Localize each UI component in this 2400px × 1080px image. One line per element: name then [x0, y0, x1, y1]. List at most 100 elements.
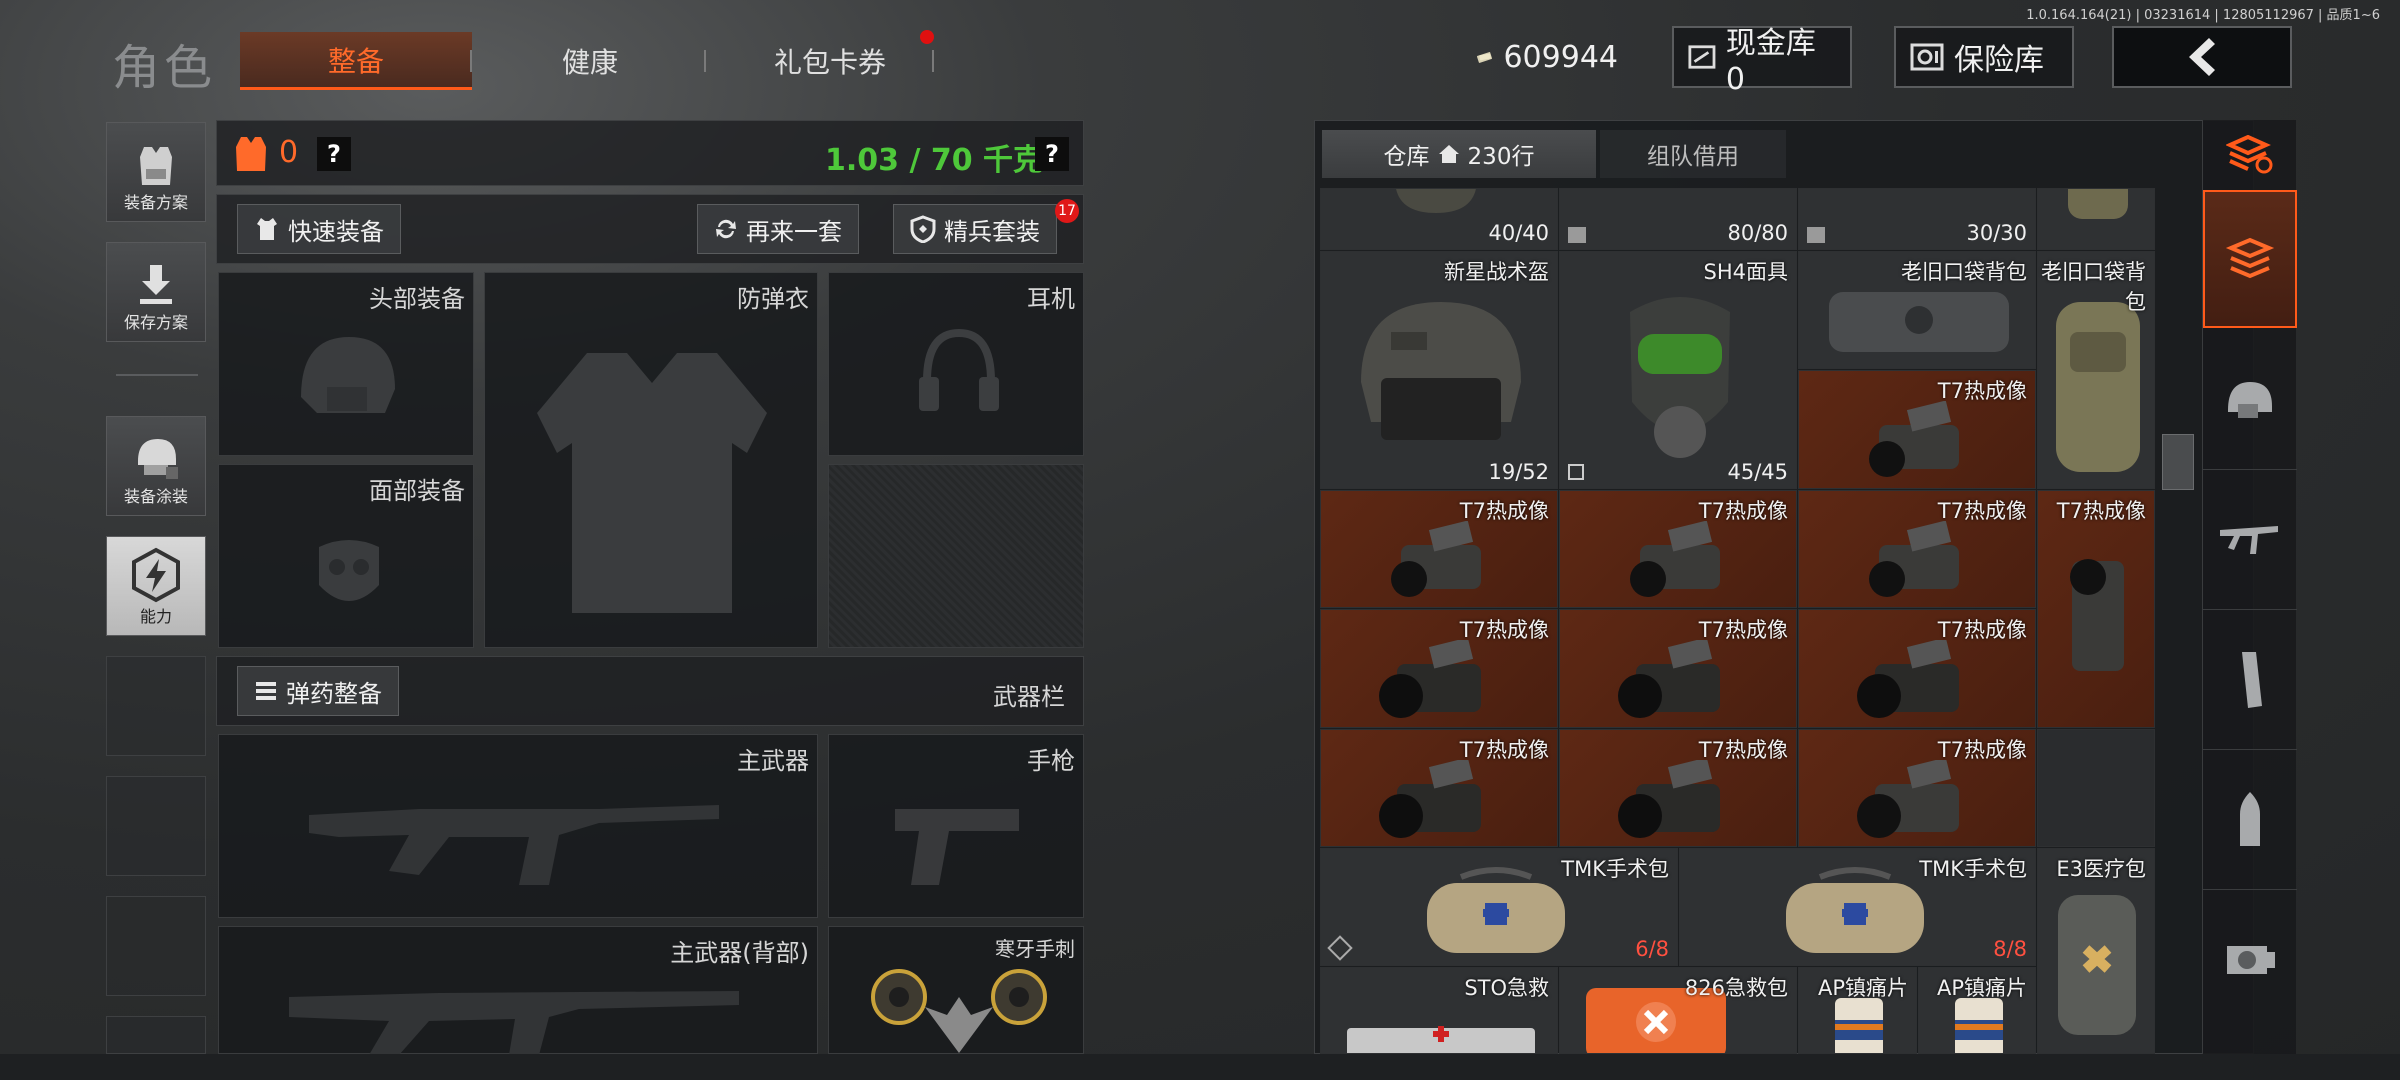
item-cell-thermal[interactable]: T7热成像: [1798, 490, 2036, 608]
thermal-scope-icon: [1379, 760, 1481, 838]
reequip-label: 再来一套: [746, 217, 842, 246]
item-cell-ap-painkiller[interactable]: AP镇痛片: [1918, 967, 2036, 1054]
ammo-filter-icon: [2240, 791, 2260, 846]
equipment-tab-icon: [2225, 237, 2275, 279]
sort-stack-icon: [2226, 135, 2273, 174]
paint-skin-button[interactable]: 装备涂装: [106, 416, 206, 516]
tab-health[interactable]: 健康: [500, 32, 680, 90]
filter-tab-magazine[interactable]: [2203, 610, 2297, 750]
item-cell-pouch-bag[interactable]: 老旧口袋背包: [1798, 251, 2036, 369]
item-count: 19/52: [1488, 460, 1549, 484]
filter-tab-helmet[interactable]: [2203, 330, 2297, 470]
item-count: 80/80: [1727, 221, 1788, 245]
item-cell-mask[interactable]: SH4面具 45/45: [1559, 251, 1797, 489]
tab-divider: [470, 50, 472, 72]
thermal-scope-icon: [2070, 559, 2124, 671]
rifle-back-placeholder-icon: [289, 991, 739, 1055]
elite-set-button[interactable]: 精兵套装: [893, 204, 1057, 254]
quick-equip-button[interactable]: 快速装备: [237, 204, 401, 254]
item-cell-thermal[interactable]: T7热成像: [1320, 490, 1558, 608]
item-cell-thermal[interactable]: T7热成像: [1798, 729, 2036, 847]
item-name: E3医疗包: [2056, 857, 2146, 881]
weapon-bar-header: 弹药整备 武器栏: [216, 656, 1084, 726]
save-plan-button[interactable]: 保存方案: [106, 242, 206, 342]
item-cell-surgical-kit[interactable]: TMK手术包 6/8: [1320, 848, 1678, 966]
item-cell-thermal[interactable]: T7热成像: [1798, 609, 2036, 728]
tab-equip[interactable]: 整备: [240, 32, 472, 90]
sidebar-divider: [116, 374, 198, 376]
primary-weapon-slot[interactable]: 主武器: [218, 734, 818, 918]
item-cell-thermal[interactable]: T7热成像: [1320, 609, 1558, 728]
item-cell-826-firstaid[interactable]: 826急救包: [1559, 967, 1797, 1054]
melee-slot[interactable]: 寒牙手刺: [828, 926, 1084, 1054]
weight-help-button[interactable]: ?: [1035, 137, 1069, 171]
tab-gift-coupons[interactable]: 礼包卡券: [730, 32, 930, 90]
item-name: AP镇痛片: [1817, 976, 1908, 1000]
magazine-filter-icon: [2242, 651, 2262, 708]
ammo-equip-button[interactable]: 弹药整备: [237, 666, 399, 716]
item-name: SH4面具: [1703, 260, 1788, 284]
item-cell[interactable]: [2037, 188, 2155, 250]
filter-tab-ammo[interactable]: [2203, 750, 2297, 890]
sort-button[interactable]: [2203, 120, 2297, 190]
item-cell[interactable]: 30/30: [1798, 188, 2036, 250]
face-gear-slot[interactable]: 面部装备: [218, 464, 474, 648]
item-cell-thermal[interactable]: T7热成像: [1559, 490, 1797, 608]
shield-icon: [910, 215, 936, 243]
camo-medkit-icon: [1427, 867, 1565, 953]
item-cell-pouch-backpack[interactable]: 老旧口袋背包: [2037, 251, 2155, 489]
item-name: T7热成像: [1698, 738, 1788, 762]
safe-button[interactable]: 保险库: [1894, 26, 2074, 88]
thermal-scope-icon: [1869, 521, 1959, 597]
notification-dot: [920, 30, 934, 44]
empty-cell: [2037, 729, 2155, 847]
item-name: 老旧口袋背包: [1901, 260, 2027, 284]
filter-tab-all-equipment[interactable]: [2203, 190, 2297, 328]
armor-help-button[interactable]: ?: [317, 137, 351, 171]
thermal-scope-icon: [1379, 640, 1481, 718]
primary-weapon-back-slot[interactable]: 主武器(背部): [218, 926, 818, 1055]
loadout-plan-button[interactable]: 装备方案: [106, 122, 206, 222]
item-name: 新星战术盔: [1444, 260, 1549, 284]
warehouse-scrollbar[interactable]: [2162, 434, 2194, 490]
item-cell[interactable]: 80/80: [1559, 188, 1797, 250]
empty-sidebar-slot: [106, 656, 206, 756]
item-name: TMK手术包: [1561, 857, 1669, 881]
filter-tab-rifle[interactable]: [2203, 470, 2297, 610]
page-title: 角色: [112, 40, 217, 96]
item-cell-thermal[interactable]: T7热成像: [1320, 729, 1558, 847]
vest-loadout-icon: [140, 147, 172, 185]
item-name: T7热成像: [1459, 738, 1549, 762]
reequip-button[interactable]: 再来一套: [697, 204, 859, 254]
headset-slot[interactable]: 耳机: [828, 272, 1084, 456]
storage-row-count: 230行: [1467, 144, 1535, 170]
vest-placeholder-icon: [537, 353, 767, 613]
head-gear-slot[interactable]: 头部装备: [218, 272, 474, 456]
item-cell-e3-medkit[interactable]: E3医疗包: [2037, 848, 2155, 1054]
bottom-bar: [0, 1054, 2400, 1080]
cash-vault-button[interactable]: 现金库 0: [1672, 26, 1852, 97]
back-button[interactable]: [2112, 26, 2292, 88]
ability-button[interactable]: 能力: [106, 536, 206, 636]
warehouse-grid: 40/40 80/80 30/30 新星战术盔 19/52 SH4面具 45/4…: [1320, 188, 2160, 1054]
item-cell[interactable]: 40/40: [1320, 188, 1558, 250]
cash-vault-label: 现金库 0: [1725, 25, 1816, 97]
item-name: 826急救包: [1684, 976, 1788, 1000]
item-cell-helmet[interactable]: 新星战术盔 19/52: [1320, 251, 1558, 489]
item-cell-ap-painkiller[interactable]: AP镇痛片: [1798, 967, 1917, 1054]
ability-label: 能力: [139, 607, 172, 626]
item-cell-thermal[interactable]: T7热成像: [1559, 729, 1797, 847]
filter-tab-scope[interactable]: [2203, 890, 2297, 1030]
item-cell-thermal[interactable]: T7热成像: [1798, 370, 2036, 489]
item-cell-thermal-vertical[interactable]: T7热成像: [2037, 490, 2155, 728]
body-armor-slot[interactable]: 防弹衣: [484, 272, 818, 648]
pistol-slot[interactable]: 手枪: [828, 734, 1084, 918]
tab-team-borrow[interactable]: 组队借用: [1600, 130, 1786, 178]
elite-set-label: 精兵套装: [944, 217, 1040, 246]
tab-storage[interactable]: 仓库 230行: [1322, 130, 1596, 178]
item-cell-surgical-kit[interactable]: TMK手术包 8/8: [1679, 848, 2036, 966]
item-cell-thermal[interactable]: T7热成像: [1559, 609, 1797, 728]
item-name: STO急救: [1464, 976, 1549, 1000]
item-cell-sto-firstaid[interactable]: STO急救: [1320, 967, 1558, 1054]
item-name: 老旧口袋背包: [2041, 260, 2146, 314]
